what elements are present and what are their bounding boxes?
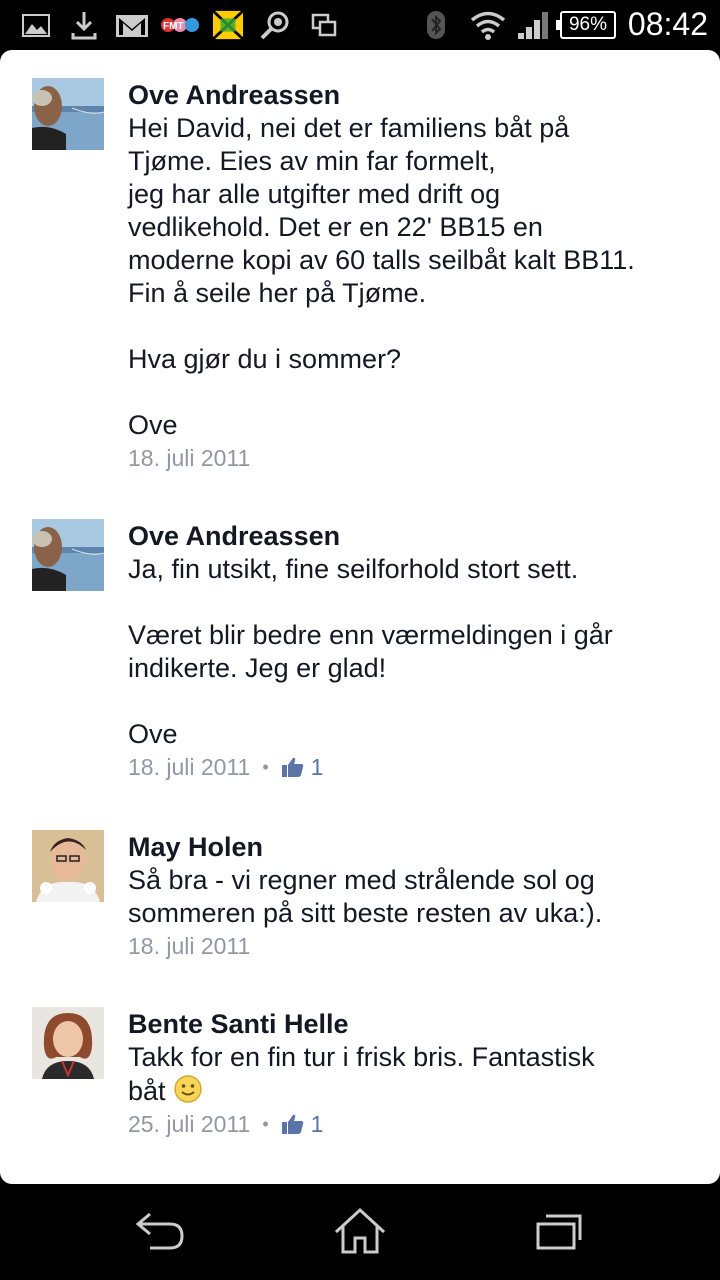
comment-date[interactable]: 18. juli 2011: [128, 752, 250, 782]
comment-item: May Holen Så bra - vi regner med strålen…: [32, 830, 692, 990]
image-icon: [22, 14, 50, 37]
comment-meta: 18. juli 2011: [128, 931, 688, 961]
comment-meta: 25. juli 2011 • 1: [128, 1109, 688, 1139]
search-app-icon: [260, 11, 289, 40]
bluetooth-icon: [427, 11, 445, 39]
comment-date[interactable]: 25. juli 2011: [128, 1109, 250, 1139]
like-count[interactable]: 1: [311, 1109, 324, 1139]
comment-author[interactable]: May Holen: [128, 830, 688, 864]
gmail-icon: [116, 15, 148, 37]
like-thumb-icon[interactable]: [281, 1113, 305, 1135]
comment-item: Bente Santi Helle Takk for en fin tur i …: [32, 1007, 692, 1177]
comment-item: Ove Andreassen Ja, fin utsikt, fine seil…: [32, 519, 692, 809]
like-thumb-icon[interactable]: [281, 756, 305, 778]
download-icon: [71, 12, 97, 40]
status-clock: 08:42: [627, 6, 708, 42]
fmt-app-icon: FMT: [161, 18, 199, 32]
comment-author[interactable]: Ove Andreassen: [128, 519, 688, 553]
svg-text:FMT: FMT: [163, 21, 184, 32]
game-app-icon: [211, 9, 245, 41]
navigation-bar: [0, 1184, 720, 1280]
comments-card: Ove Andreassen Hei David, nei det er fam…: [0, 50, 720, 1184]
comment-meta: 18. juli 2011: [128, 443, 688, 473]
comment-text: Hei David, nei det er familiens båt på T…: [128, 113, 635, 440]
comment-text: Takk for en fin tur i frisk bris. Fantas…: [128, 1041, 688, 1108]
comment-meta: 18. juli 2011 • 1: [128, 752, 688, 782]
recent-apps-icon[interactable]: [530, 1206, 590, 1258]
back-icon[interactable]: [130, 1206, 190, 1258]
avatar[interactable]: [32, 78, 104, 150]
like-count[interactable]: 1: [311, 752, 324, 782]
comment-author[interactable]: Bente Santi Helle: [128, 1007, 688, 1041]
signal-icon: [518, 12, 548, 39]
home-icon[interactable]: [330, 1206, 390, 1258]
smiley-emoji-icon: [174, 1075, 202, 1103]
comment-date[interactable]: 18. juli 2011: [128, 931, 250, 961]
comment-text: Så bra - vi regner med strålende sol og …: [128, 865, 603, 928]
comment-author[interactable]: Ove Andreassen: [128, 78, 688, 112]
comment-date[interactable]: 18. juli 2011: [128, 443, 250, 473]
avatar[interactable]: [32, 1007, 104, 1079]
avatar[interactable]: [32, 519, 104, 591]
status-bar: FMT 96% 08:42: [0, 0, 720, 50]
wifi-icon: [470, 11, 506, 40]
comment-item: Ove Andreassen Hei David, nei det er fam…: [32, 78, 692, 498]
screens-icon: [311, 13, 337, 37]
meta-separator: •: [262, 757, 269, 777]
battery-indicator: 96%: [556, 11, 616, 39]
avatar[interactable]: [32, 830, 104, 902]
meta-separator: •: [262, 1114, 269, 1134]
comment-text: Ja, fin utsikt, fine seilforhold stort s…: [128, 554, 613, 749]
